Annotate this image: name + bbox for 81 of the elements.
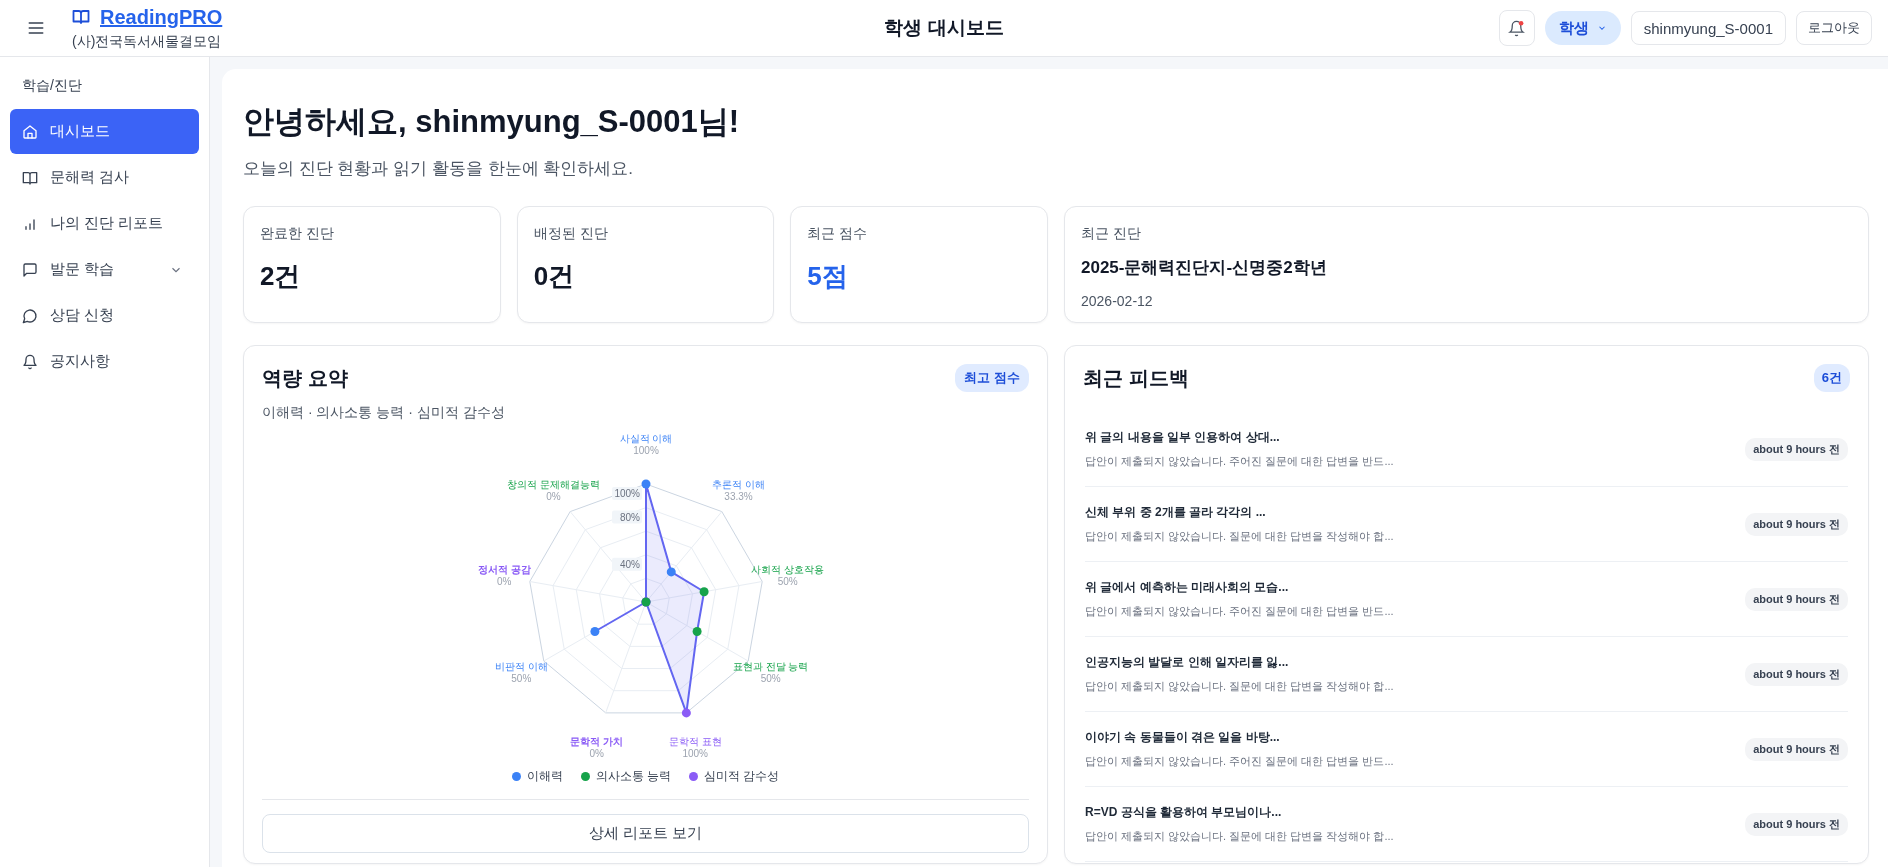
card-title: 최근 피드백 (1083, 365, 1189, 391)
diagnosis-date: 2026-02-12 (1081, 293, 1154, 309)
stat-label: 최근 점수 (807, 225, 869, 243)
sidebar-item[interactable]: 문해력 검사 (10, 155, 199, 200)
feedback-title[interactable]: R=VD 공식을 활용하여 부모님이나... (1085, 804, 1394, 821)
stat-value: 5점 (807, 260, 849, 293)
value-label: 50% (777, 576, 798, 587)
sidebar-item[interactable]: 나의 진단 리포트 (10, 201, 199, 246)
detail-report-button[interactable]: 상세 리포트 보기 (262, 814, 1029, 853)
axis-label: 비판적 이해 (494, 661, 548, 672)
time-badge: about 9 hours 전 (1745, 587, 1848, 611)
feedback-text: 답안이 제출되지 않았습니다. 질문에 대한 답변을 작성해야 합... (1085, 679, 1394, 694)
tick-label: 100% (611, 487, 642, 500)
axis-label: 사회적 상호작용 (750, 564, 824, 575)
axis-label: 추론적 이해 (711, 478, 765, 490)
greeting-heading: 안녕하세요, shinmyung_S-0001님! (243, 103, 741, 141)
tick-label: 40% (611, 557, 642, 571)
feedback-text: 답안이 제출되지 않았습니다. 주어진 질문에 대한 답변을 반드... (1085, 604, 1394, 619)
axis-label: 표현과 전달 능력 (732, 661, 808, 672)
axis-label: 정서적 공감 (477, 564, 531, 575)
sidebar-item[interactable]: 공지사항 (10, 339, 199, 384)
feedback-text: 답안이 제출되지 않았습니다. 주어진 질문에 대한 답변을 반드... (1085, 454, 1394, 469)
axis-label: 창의적 문제해결능력 (506, 478, 600, 490)
score-badge: 최고 점수 (955, 364, 1029, 392)
logout-button[interactable]: 로그아웃 (1796, 11, 1872, 45)
stat-value: 0건 (533, 260, 576, 293)
stat-value: 2건 (260, 260, 302, 293)
value-label: 50% (510, 673, 531, 684)
value-label: 50% (760, 673, 781, 684)
section-label: 학습/진단 (21, 77, 83, 95)
book-icon (72, 8, 90, 26)
chat-bubble-icon (22, 307, 38, 324)
value-label: 33.3% (723, 490, 753, 502)
time-badge: about 9 hours 전 (1745, 812, 1848, 836)
feedback-title[interactable]: 신체 부위 중 2개를 골라 각각의 ... (1085, 504, 1394, 521)
feedback-title[interactable]: 이야기 속 동물들이 겪은 일을 바탕... (1085, 729, 1394, 746)
sidebar-item[interactable]: 상담 신청 (10, 293, 199, 338)
book-icon (22, 169, 38, 186)
feedback-title[interactable]: 위 글에서 예측하는 미래사회의 모습... (1085, 579, 1394, 596)
card-title: 역량 요약 (262, 365, 348, 391)
legend-label: 의사소통 능력 (595, 768, 671, 785)
page-title: 학생 대시보드 (884, 16, 1004, 40)
brand-link[interactable]: ReadingPRO (100, 5, 223, 29)
feedback-text: 답안이 제출되지 않았습니다. 주어진 질문에 대한 답변을 반드... (1085, 754, 1394, 769)
house-icon (22, 123, 38, 140)
feedback-title[interactable]: 인공지능의 발달로 인해 일자리를 잃... (1085, 654, 1394, 671)
value-label: 100% (632, 445, 659, 457)
bell-icon (22, 353, 38, 370)
axis-label: 문학적 가치 (569, 736, 623, 748)
value-label: 0% (589, 748, 604, 760)
greeting-subtitle: 오늘의 진단 현황과 읽기 활동을 한눈에 확인하세요. (243, 158, 635, 180)
sidebar-item[interactable]: 대시보드 (10, 109, 199, 154)
user-button[interactable]: shinmyung_S-0001 (1630, 11, 1786, 45)
bell-icon (1508, 19, 1526, 37)
sidebar-item[interactable]: 발문 학습 (10, 247, 199, 292)
diagnosis-name: 2025-문해력진단지-신명중2학년 (1081, 257, 1328, 279)
axis-label: 문학적 표현 (668, 736, 722, 748)
time-badge: about 9 hours 전 (1745, 662, 1848, 686)
time-badge: about 9 hours 전 (1745, 512, 1848, 536)
stat-label: 완료한 진단 (260, 225, 335, 243)
feedback-text: 답안이 제출되지 않았습니다. 질문에 대한 답변을 작성해야 합... (1085, 829, 1394, 844)
role-dropdown[interactable]: 학생 (1544, 11, 1621, 45)
feedback-title[interactable]: 위 글의 내용을 일부 인용하여 상대... (1085, 429, 1394, 446)
stat-label: 배정된 진단 (533, 225, 609, 243)
feedback-text: 답안이 제출되지 않았습니다. 질문에 대한 답변을 작성해야 합... (1085, 529, 1394, 544)
stat-label: 최근 진단 (1081, 225, 1142, 243)
time-badge: about 9 hours 전 (1745, 437, 1848, 461)
y-tick-label: 40% (619, 558, 640, 570)
y-tick-label: 80% (619, 511, 640, 523)
value-label: 100% (681, 748, 708, 760)
legend-label: 이해력 (526, 768, 563, 785)
axis-label: 사실적 이해 (619, 433, 672, 445)
value-label: 0% (496, 576, 511, 587)
count-badge: 6건 (1813, 364, 1850, 392)
tick-label: 80% (611, 510, 642, 524)
value-label: 0% (545, 490, 561, 502)
notification-button[interactable] (1498, 10, 1535, 46)
card-subtitle: 이해력 · 의사소통 능력 · 심미적 감수성 (262, 404, 506, 422)
organization-name: (사)전국독서새물결모임 (72, 32, 223, 51)
legend-label: 심미적 감수성 (704, 768, 780, 785)
time-badge: about 9 hours 전 (1745, 737, 1848, 761)
